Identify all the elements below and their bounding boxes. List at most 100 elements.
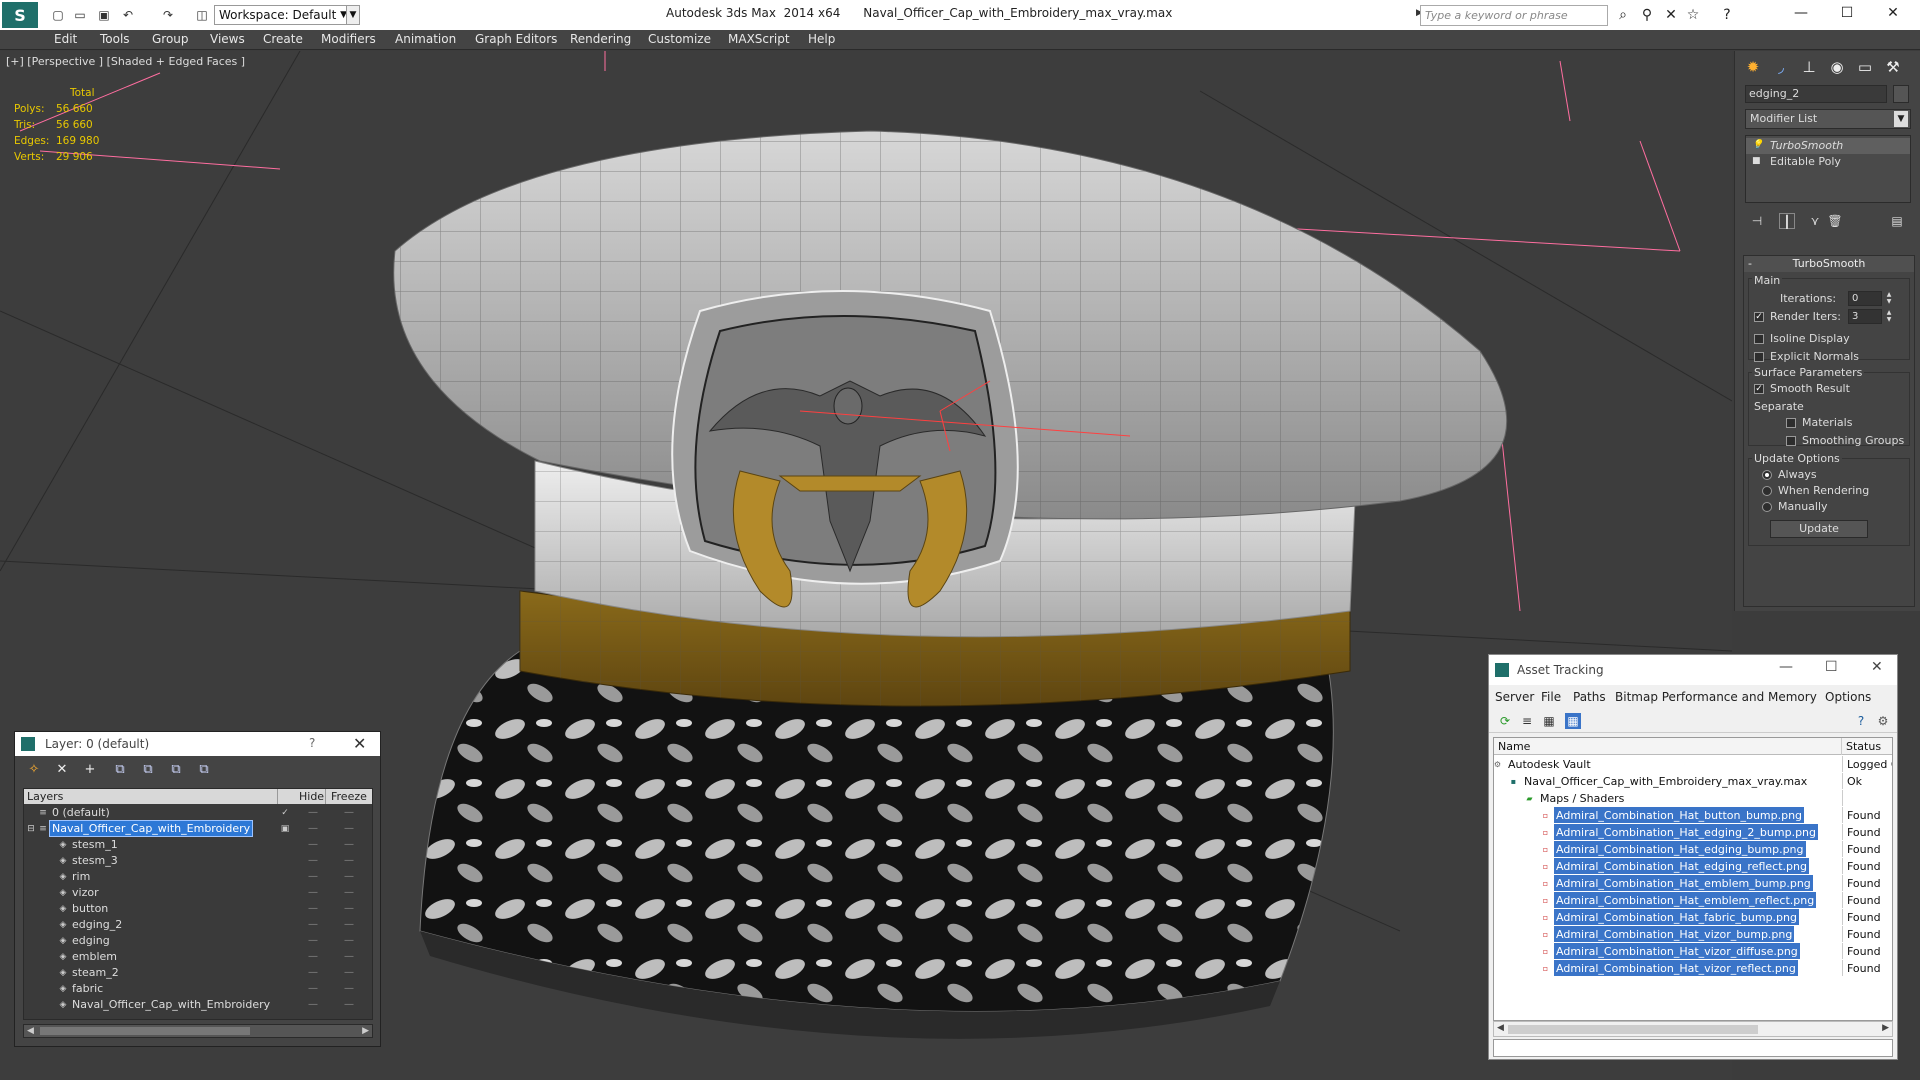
hide-toggle[interactable]: — [308, 885, 318, 901]
scroll-thumb[interactable] [40, 1027, 250, 1035]
layer-dialog-titlebar[interactable]: Layer: 0 (default) ? ✕ [15, 732, 380, 756]
update-button[interactable]: Update [1770, 520, 1868, 538]
menu-customize[interactable]: Customize [648, 32, 711, 46]
search-input[interactable]: Type a keyword or phrase [1420, 5, 1608, 26]
redo-icon[interactable]: ↷ [160, 7, 176, 23]
scroll-right-icon[interactable]: ▶ [362, 1025, 369, 1037]
hide-toggle[interactable]: — [308, 853, 318, 869]
layer-row[interactable]: ◈ button — — [24, 901, 372, 917]
scroll-left-icon[interactable]: ◀ [1497, 1023, 1504, 1033]
menu-maxscript[interactable]: MAXScript [728, 32, 790, 46]
hide-toggle[interactable]: — [308, 965, 318, 981]
hide-toggle[interactable]: — [308, 901, 318, 917]
asset-path-field[interactable] [1493, 1039, 1893, 1057]
app-logo-icon[interactable]: S [2, 2, 38, 28]
minimize-button[interactable]: — [1778, 0, 1824, 26]
hide-toggle[interactable]: — [308, 917, 318, 933]
collapse-icon[interactable]: ⊟ [26, 824, 36, 834]
favorites-star-icon[interactable]: ☆ [1684, 7, 1702, 23]
save-icon[interactable]: ▣ [96, 7, 112, 23]
horizontal-scrollbar[interactable]: ◀ ▶ [1493, 1021, 1893, 1037]
menu-tools[interactable]: Tools [100, 32, 130, 46]
explicit-normals-checkbox[interactable] [1754, 352, 1764, 362]
menu-paths[interactable]: Paths [1573, 690, 1606, 704]
layer-row[interactable]: ≡ 0 (default) ✓ — — [24, 805, 372, 821]
freeze-toggle[interactable]: — [344, 853, 354, 869]
undo-icon[interactable]: ↶ [120, 7, 136, 23]
asset-row[interactable]: ▫ Admiral_Combination_Hat_emblem_reflect.… [1494, 892, 1892, 909]
lightbulb-icon[interactable]: 💡 [1752, 140, 1763, 151]
modifier-list-dropdown[interactable]: Modifier List ▼ [1745, 109, 1911, 129]
maximize-button[interactable]: ☐ [1825, 659, 1838, 675]
menu-options[interactable]: Options [1825, 690, 1871, 704]
rollout-header[interactable]: - TurboSmooth [1744, 256, 1914, 272]
asset-dialog-titlebar[interactable]: Asset Tracking — ☐ ✕ [1489, 655, 1897, 685]
menu-graph-editors[interactable]: Graph Editors [475, 32, 557, 46]
freeze-toggle[interactable]: — [344, 965, 354, 981]
freeze-toggle[interactable]: — [344, 821, 354, 837]
menu-modifiers[interactable]: Modifiers [321, 32, 376, 46]
freeze-toggle[interactable]: — [344, 805, 354, 821]
asset-row[interactable]: ▫ Admiral_Combination_Hat_vizor_bump.png F… [1494, 926, 1892, 943]
hide-toggle[interactable]: — [308, 821, 318, 837]
freeze-toggle[interactable]: — [344, 901, 354, 917]
layer-row[interactable]: ◈ fabric — — [24, 981, 372, 997]
hide-toggle[interactable]: — [308, 869, 318, 885]
refresh-icon[interactable]: ⟳ [1497, 713, 1513, 729]
layer-row[interactable]: ◈ edging — — [24, 933, 372, 949]
menu-rendering[interactable]: Rendering [570, 32, 631, 46]
hierarchy-tab-icon[interactable]: ⊥ [1797, 55, 1821, 79]
freeze-toggle[interactable]: — [344, 885, 354, 901]
show-end-result-icon[interactable]: ┃ [1779, 213, 1795, 229]
column-layers[interactable]: Layers [24, 789, 278, 804]
minimize-button[interactable]: — [1779, 659, 1793, 675]
asset-row[interactable]: ▫ Admiral_Combination_Hat_vizor_diffuse.p… [1494, 943, 1892, 960]
object-name-field[interactable]: edging_2 [1745, 85, 1887, 103]
scroll-thumb[interactable] [1508, 1025, 1758, 1034]
freeze-toggle[interactable]: — [344, 837, 354, 853]
grid-view-icon[interactable]: ▦ [1565, 713, 1581, 729]
subscription-icon[interactable]: ⚲ [1638, 7, 1656, 23]
asset-row[interactable]: ▫ Admiral_Combination_Hat_edging_2_bump.p… [1494, 824, 1892, 841]
menu-edit[interactable]: Edit [54, 32, 77, 46]
column-freeze[interactable]: Freeze [328, 789, 372, 804]
select-objects-icon[interactable]: ⧉ [111, 761, 129, 779]
hide-toggle[interactable]: — [308, 997, 318, 1013]
render-iters-spinner[interactable]: 3 [1848, 309, 1882, 324]
freeze-all-icon[interactable]: ⧉ [195, 761, 213, 779]
hide-toggle[interactable]: — [308, 933, 318, 949]
layer-row[interactable]: ◈ edging_2 — — [24, 917, 372, 933]
freeze-toggle[interactable]: — [344, 981, 354, 997]
isoline-display-checkbox[interactable] [1754, 334, 1764, 344]
column-status[interactable]: Status [1842, 738, 1892, 755]
smoothing-groups-checkbox[interactable] [1786, 436, 1796, 446]
stack-item-turbosmooth[interactable]: 💡 TurboSmooth [1746, 138, 1910, 154]
hide-all-icon[interactable]: ⧉ [167, 761, 185, 779]
communication-icon[interactable]: ✕ [1662, 7, 1680, 23]
layer-row[interactable]: ◈ steam_2 — — [24, 965, 372, 981]
menu-animation[interactable]: Animation [395, 32, 456, 46]
viewport-label[interactable]: [+] [Perspective ] [Shaded + Edged Faces… [6, 55, 245, 68]
layer-row[interactable]: ◈ vizor — — [24, 885, 372, 901]
asset-row[interactable]: ▫ Admiral_Combination_Hat_edging_reflect.… [1494, 858, 1892, 875]
close-button[interactable]: ✕ [1871, 659, 1883, 675]
stack-item-editable-poly[interactable]: ■ Editable Poly [1746, 154, 1910, 170]
binoculars-icon[interactable]: ⌕ [1614, 7, 1632, 23]
when-rendering-radio[interactable] [1762, 486, 1772, 496]
horizontal-scrollbar[interactable]: ◀ ▶ [23, 1024, 373, 1038]
help-button[interactable]: ? [309, 736, 315, 750]
smooth-result-checkbox[interactable]: ✓ [1754, 384, 1764, 394]
layer-row[interactable]: ⊟ ≡ Naval_Officer_Cap_with_Embroidery ▣ — — [24, 820, 372, 837]
spinner-arrows-icon[interactable]: ▲ ▼ [1884, 309, 1894, 324]
asset-row[interactable]: ▫ Admiral_Combination_Hat_fabric_bump.png… [1494, 909, 1892, 926]
set-current-layer-icon[interactable]: ▣ [280, 824, 290, 834]
asset-row[interactable]: ▫ Admiral_Combination_Hat_vizor_reflect.p… [1494, 960, 1892, 977]
asset-row[interactable]: ▫ Admiral_Combination_Hat_button_bump.png… [1494, 807, 1892, 824]
workspace-menu-arrow[interactable]: ▼ [346, 5, 360, 25]
close-icon[interactable]: ✕ [353, 734, 366, 753]
asset-row[interactable]: ▫ Admiral_Combination_Hat_edging_bump.png… [1494, 841, 1892, 858]
help-icon[interactable]: ? [1853, 713, 1869, 729]
column-name[interactable]: Name [1494, 738, 1842, 755]
freeze-toggle[interactable]: — [344, 917, 354, 933]
freeze-toggle[interactable]: — [344, 933, 354, 949]
